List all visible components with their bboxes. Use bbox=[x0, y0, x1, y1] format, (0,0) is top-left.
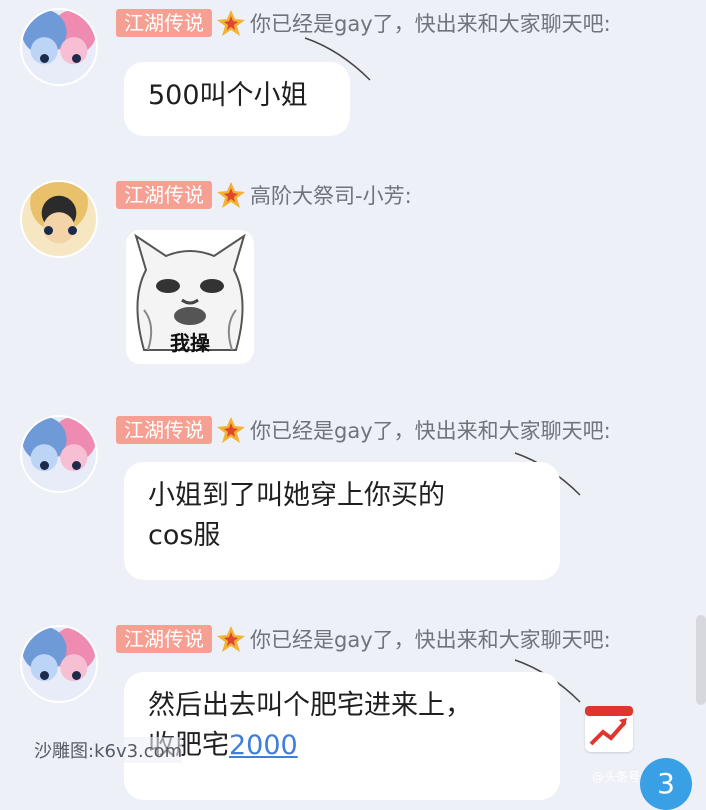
sender-row: 江湖传说 你已经是gay了，快出来和大家聊天吧: bbox=[116, 415, 611, 445]
scrollbar[interactable] bbox=[696, 615, 706, 705]
avatar[interactable] bbox=[20, 8, 98, 86]
star-badge-icon bbox=[217, 10, 245, 36]
rank-badge: 江湖传说 bbox=[116, 181, 212, 209]
message-text: 500叫个小姐 bbox=[148, 80, 308, 111]
rank-badge: 江湖传说 bbox=[116, 9, 212, 37]
sender-title: 你已经是gay了，快出来和大家聊天吧: bbox=[250, 419, 611, 443]
message-text-line: 小姐到了叫她穿上你买的 bbox=[148, 480, 445, 511]
star-badge-icon bbox=[217, 182, 245, 208]
watermark-small: @头条号 bbox=[592, 770, 641, 784]
message-bubble: 然后出去叫个肥宅进来上， 收肥宅2000 bbox=[124, 672, 560, 800]
message-text-line: 收肥宅2000 bbox=[148, 726, 536, 766]
watermark: 沙雕图:k6v3.com bbox=[34, 737, 183, 763]
star-badge-icon bbox=[217, 417, 245, 443]
sticker-caption: 我操 bbox=[170, 331, 210, 355]
message-text-line: 然后出去叫个肥宅进来上， bbox=[148, 690, 472, 721]
number-link[interactable]: 2000 bbox=[229, 730, 298, 761]
star-badge-icon bbox=[217, 626, 245, 652]
avatar[interactable] bbox=[20, 180, 98, 258]
message-text-line: cos服 bbox=[148, 520, 221, 551]
rank-badge: 江湖传说 bbox=[116, 625, 212, 653]
trend-chart-icon[interactable] bbox=[585, 706, 633, 752]
unread-count-badge[interactable]: 3 bbox=[640, 758, 692, 810]
message-bubble: 500叫个小姐 bbox=[124, 62, 350, 136]
sender-title: 高阶大祭司-小芳: bbox=[250, 184, 412, 208]
sender-row: 江湖传说 你已经是gay了，快出来和大家聊天吧: bbox=[116, 624, 611, 654]
sender-row: 江湖传说 高阶大祭司-小芳: bbox=[116, 180, 412, 210]
avatar[interactable] bbox=[20, 625, 98, 703]
meme-sticker[interactable]: 我操 bbox=[126, 230, 254, 364]
avatar[interactable] bbox=[20, 415, 98, 493]
rank-badge: 江湖传说 bbox=[116, 416, 212, 444]
sender-title: 你已经是gay了，快出来和大家聊天吧: bbox=[250, 628, 611, 652]
message-bubble: 小姐到了叫她穿上你买的 cos服 bbox=[124, 462, 560, 580]
